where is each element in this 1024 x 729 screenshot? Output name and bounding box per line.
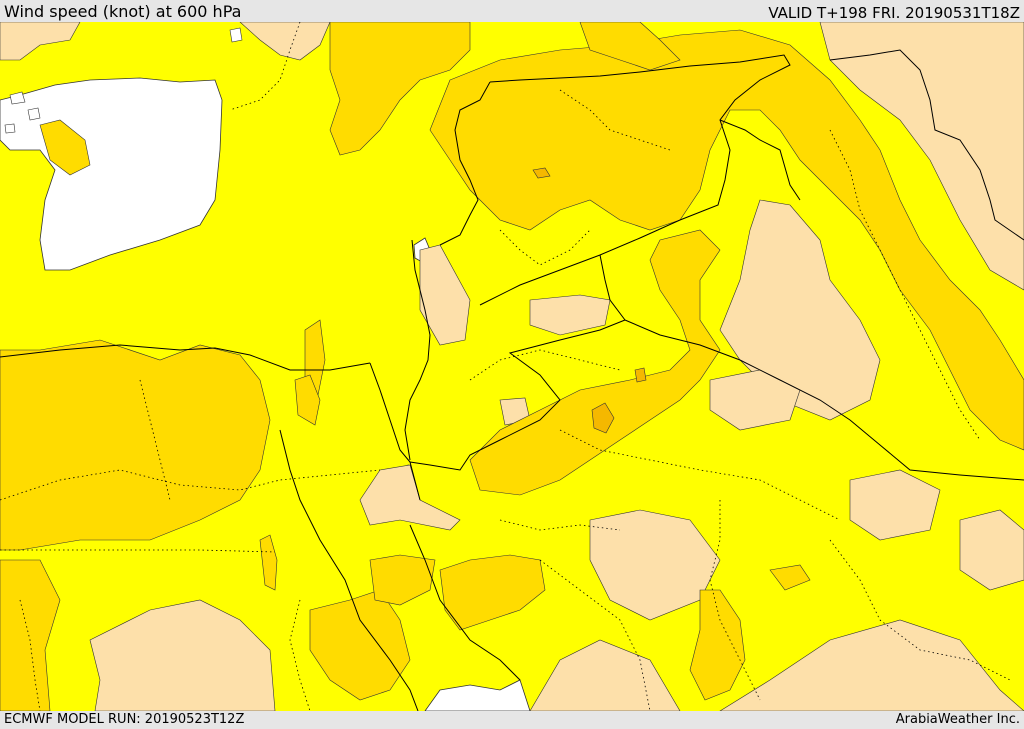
valid-time: VALID T+198 FRI. 20190531T18Z [768, 4, 1020, 22]
model-run: ECMWF MODEL RUN: 20190523T12Z [4, 712, 245, 727]
wind-speed-map [0, 22, 1024, 711]
map-title: Wind speed (knot) at 600 hPa [4, 2, 242, 21]
credit-label: ArabiaWeather Inc. [895, 712, 1020, 727]
